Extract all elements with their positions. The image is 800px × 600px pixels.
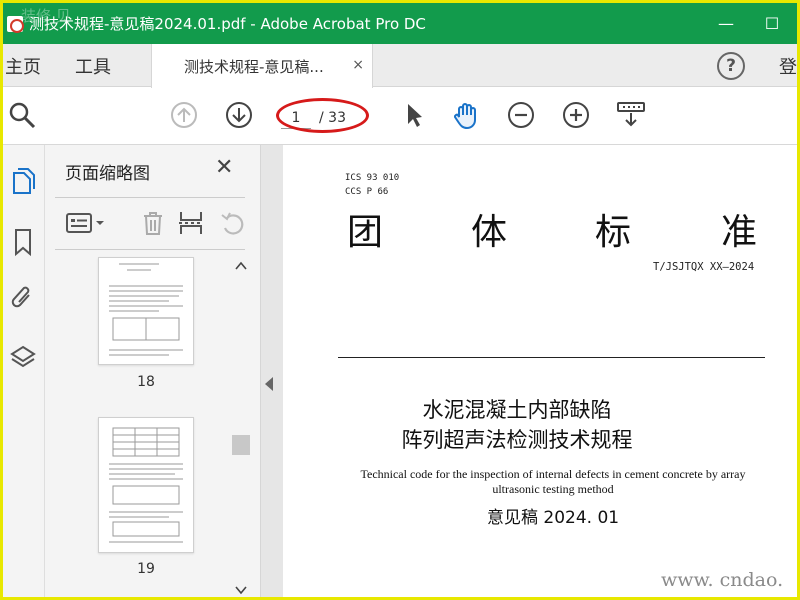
thumbnail-scrollbar[interactable] <box>231 257 251 597</box>
panel-close-icon[interactable]: ✕ <box>215 155 233 180</box>
tab-home[interactable]: 主页 <box>5 53 41 79</box>
attachment-icon[interactable] <box>9 283 37 311</box>
tab-document[interactable]: 测技术规程-意见稿... × <box>151 44 373 88</box>
thumbnail-options-icon[interactable] <box>65 209 104 237</box>
title-bar: 装修 贝 测技术规程-意见稿2024.01.pdf - Adobe Acroba… <box>3 3 797 44</box>
english-title: Technical code for the inspection of int… <box>360 467 746 496</box>
window-title: 测技术规程-意见稿2024.01.pdf - Adobe Acrobat Pro… <box>29 15 426 33</box>
search-zoom-icon[interactable] <box>7 100 37 130</box>
document-view[interactable]: ICS 93 010 CCS P 66 团 体 标 准 T/JSJTQX XX—… <box>283 145 797 597</box>
horizontal-rule <box>338 357 765 358</box>
collapse-panel-icon[interactable] <box>265 377 273 391</box>
acrobat-window: 装修 贝 测技术规程-意见稿2024.01.pdf - Adobe Acroba… <box>0 0 800 600</box>
panel-header: 页面缩略图 <box>65 164 150 184</box>
red-annotation-ellipse <box>276 98 369 133</box>
panel-divider <box>55 249 245 250</box>
hand-tool-icon[interactable] <box>451 100 481 130</box>
minimize-button[interactable]: — <box>703 3 749 44</box>
site-watermark: www. cndao. com <box>661 569 784 597</box>
page-number-label: 19 <box>137 561 155 577</box>
next-page-icon[interactable] <box>224 100 254 130</box>
panel-gutter <box>261 145 283 597</box>
close-tab-icon[interactable]: × <box>352 57 364 73</box>
zoom-out-icon[interactable] <box>506 100 536 130</box>
select-cursor-icon[interactable] <box>399 100 429 130</box>
chinese-title-line2: 阵列超声法检测技术规程 <box>401 428 633 452</box>
zoom-in-icon[interactable] <box>561 100 591 130</box>
navigation-rail <box>3 145 45 597</box>
standard-heading-char: 准 <box>721 212 758 253</box>
page-display-icon[interactable] <box>615 100 645 130</box>
sign-in-link[interactable]: 登 <box>779 53 797 79</box>
page-thumbnail-18[interactable] <box>98 257 194 365</box>
standard-number: T/JSJTQX XX—2024 <box>653 261 755 273</box>
layers-icon[interactable] <box>9 343 37 371</box>
toolbar: 1 / 33 <box>3 88 797 145</box>
page-thumbnail-19[interactable] <box>98 417 194 553</box>
standard-heading-char: 体 <box>471 212 508 253</box>
rotate-page-icon[interactable] <box>219 209 249 237</box>
scrollbar-thumb[interactable] <box>232 435 250 455</box>
draft-label: 意见稿 2024. 01 <box>487 508 620 528</box>
bookmark-icon[interactable] <box>9 227 37 257</box>
tab-row: 主页 工具 测技术规程-意见稿... × ? 登 <box>3 44 797 88</box>
standard-heading-char: 团 <box>347 212 384 253</box>
thumbnails-panel: 页面缩略图 ✕ 18 19 <box>45 145 261 597</box>
panel-divider <box>55 197 245 198</box>
previous-page-icon[interactable] <box>169 100 199 130</box>
standard-heading-char: 标 <box>595 212 632 253</box>
page-number-label: 18 <box>137 374 155 390</box>
ics-code: ICS 93 010 CCS P 66 <box>345 173 400 197</box>
document-tab-label: 测技术规程-意见稿... <box>184 57 324 76</box>
help-button[interactable]: ? <box>717 52 745 80</box>
page-thumbnails-icon[interactable] <box>9 167 37 195</box>
maximize-button[interactable]: ☐ <box>749 3 795 44</box>
tab-tools[interactable]: 工具 <box>75 53 111 79</box>
corner-watermark: 装修 贝 <box>21 7 71 25</box>
chinese-title-line1: 水泥混凝土内部缺陷 <box>422 398 612 422</box>
split-page-icon[interactable] <box>177 209 207 237</box>
delete-page-icon[interactable] <box>139 209 169 237</box>
